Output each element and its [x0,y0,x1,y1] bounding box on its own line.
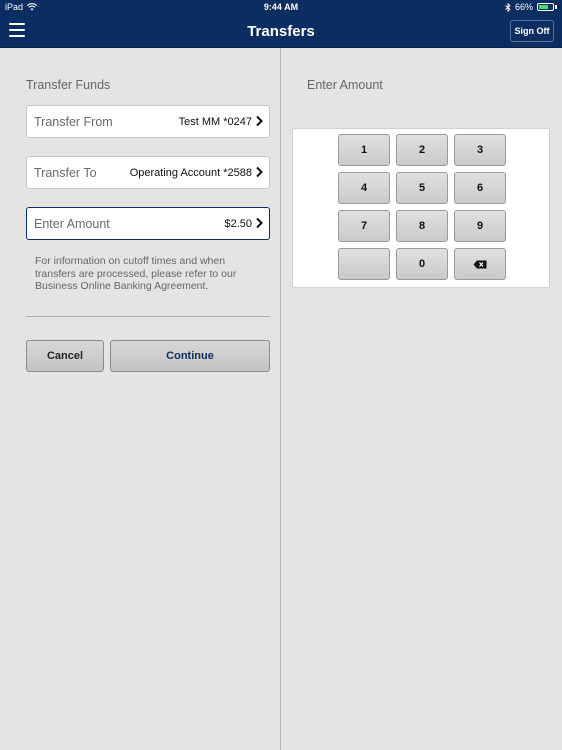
key-7[interactable]: 7 [338,210,390,242]
battery-tip [555,5,557,9]
chevron-right-icon [256,115,263,127]
backspace-key[interactable] [454,248,506,280]
page-title: Transfers [247,23,315,40]
key-0[interactable]: 0 [396,248,448,280]
status-bar: iPad 9:44 AM 66% [0,0,562,15]
transfer-to-label: Transfer To [34,166,97,180]
divider [26,316,270,317]
keypad-panel: Enter Amount 1 2 3 4 5 6 7 8 9 0 [282,48,562,750]
sign-off-button[interactable]: Sign Off [510,20,554,42]
cancel-button[interactable]: Cancel [26,340,104,372]
key-3[interactable]: 3 [454,134,506,166]
nav-bar: Transfers Sign Off [0,15,562,48]
key-blank[interactable] [338,248,390,280]
chevron-right-icon [256,166,263,178]
backspace-icon [473,260,487,268]
amount-label: Enter Amount [34,217,110,231]
transfer-from-field[interactable]: Transfer From Test MM *0247 [26,105,270,138]
status-time: 9:44 AM [263,2,299,12]
key-9[interactable]: 9 [454,210,506,242]
battery-percent: 66% [514,2,533,12]
continue-button[interactable]: Continue [110,340,270,372]
section-title: Transfer Funds [26,78,111,92]
keypad: 1 2 3 4 5 6 7 8 9 0 [292,128,550,288]
key-1[interactable]: 1 [338,134,390,166]
key-4[interactable]: 4 [338,172,390,204]
transfer-form-panel: Transfer Funds Transfer From Test MM *02… [0,48,281,750]
bluetooth-icon [505,2,511,12]
keypad-title: Enter Amount [307,78,383,92]
battery-level [539,5,548,9]
key-6[interactable]: 6 [454,172,506,204]
key-8[interactable]: 8 [396,210,448,242]
key-2[interactable]: 2 [396,134,448,166]
transfer-to-field[interactable]: Transfer To Operating Account *2588 [26,156,270,189]
amount-value: $2.50 [224,218,252,230]
amount-field[interactable]: Enter Amount $2.50 [26,207,270,240]
key-5[interactable]: 5 [396,172,448,204]
transfer-from-label: Transfer From [34,115,113,129]
chevron-right-icon [256,217,263,229]
battery-icon [537,3,554,11]
transfer-to-value: Operating Account *2588 [129,167,252,179]
transfer-from-value: Test MM *0247 [178,116,252,128]
cutoff-info-text: For information on cutoff times and when… [35,255,237,292]
